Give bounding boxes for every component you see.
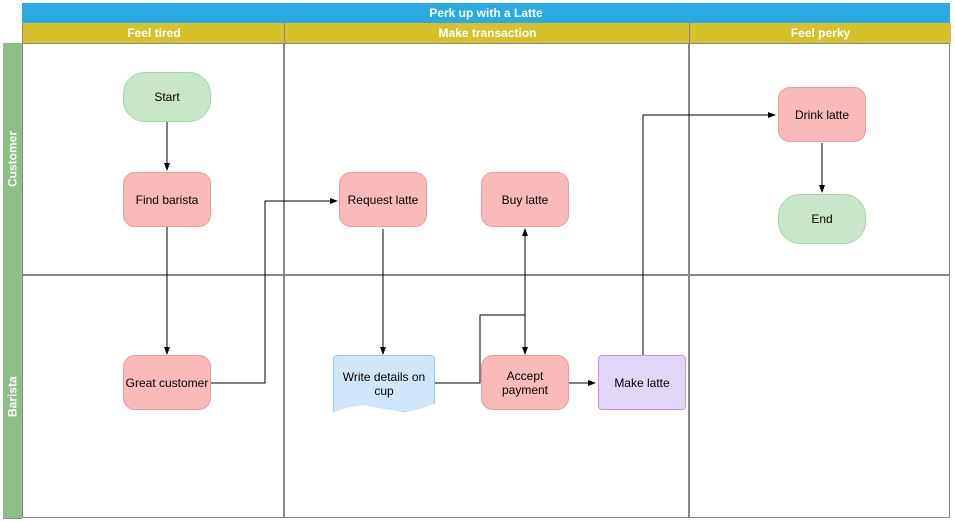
node-great-customer: Great customer: [123, 355, 211, 410]
swimlane-diagram: Perk up with a Latte Feel tired Make tra…: [0, 0, 955, 522]
col-header-make-transaction: Make transaction: [284, 23, 690, 43]
cell-customer-make-transaction: [284, 43, 689, 275]
row-header-customer: Customer: [3, 43, 22, 276]
node-request-latte: Request latte: [339, 172, 427, 227]
node-start: Start: [123, 72, 211, 122]
node-accept-payment: Accept payment: [481, 355, 569, 410]
row-header-barista: Barista: [3, 275, 22, 519]
node-find-barista: Find barista: [123, 172, 211, 227]
diagram-title: Perk up with a Latte: [22, 3, 950, 23]
col-header-feel-tired: Feel tired: [22, 23, 285, 43]
node-buy-latte: Buy latte: [481, 172, 569, 227]
col-header-feel-perky: Feel perky: [689, 23, 951, 43]
node-make-latte: Make latte: [598, 355, 686, 410]
node-write-details: Write details on cup: [333, 355, 435, 412]
node-drink-latte: Drink latte: [778, 87, 866, 142]
cell-barista-feel-perky: [689, 275, 950, 518]
node-end: End: [778, 194, 866, 244]
